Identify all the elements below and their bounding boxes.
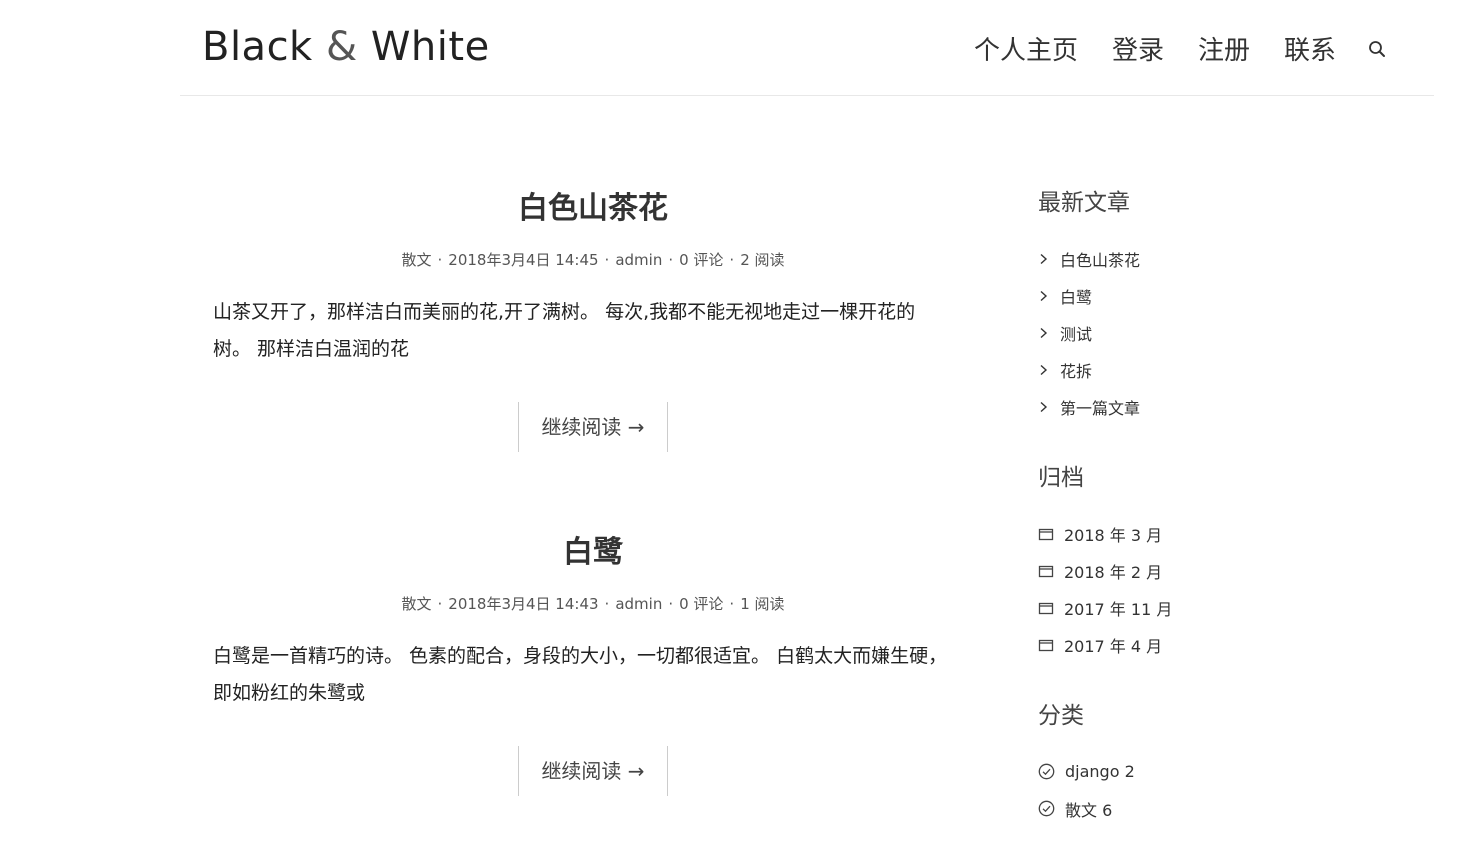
post-excerpt: 山茶又开了，那样洁白而美丽的花,开了满树。 每次,我都不能无视地走过一棵开花的树… [213,301,916,360]
recent-post-item[interactable]: 第一篇文章 [1038,388,1398,425]
calendar-icon [1038,564,1054,578]
recent-posts-widget: 最新文章 白色山茶花 白鹭 测试 花拆 第一篇文章 [1038,186,1398,425]
logo-text-black: Black [202,24,313,70]
archive-label: 2018 年 2 月 [1064,562,1163,582]
category-list: django 2 散文 6 [1038,753,1398,827]
site-logo[interactable]: Black & White [202,24,490,70]
calendar-icon [1038,638,1054,652]
post-date[interactable]: 2018年3月4日 14:43 [448,595,598,613]
post-author[interactable]: admin [615,251,662,269]
main-nav: 个人主页 登录 注册 联系 [940,30,1388,67]
post-card: 白色山茶花 散文 · 2018年3月4日 14:45 · admin · 0 评论 · 2 阅读… [213,188,973,452]
nav-contact[interactable]: 联系 [1284,30,1336,67]
recent-post-label: 白色山茶花 [1060,250,1141,270]
recent-posts-list: 白色山茶花 白鹭 测试 花拆 第一篇文章 [1038,240,1398,425]
logo-ampersand: & [325,24,358,70]
post-title[interactable]: 白色山茶花 [213,188,973,230]
archive-label: 2017 年 11 月 [1064,599,1173,619]
post-meta: 散文 · 2018年3月4日 14:43 · admin · 0 评论 · 1 阅读 [401,595,785,613]
archive-item[interactable]: 2018 年 2 月 [1038,552,1398,589]
calendar-icon [1038,601,1054,615]
post-category[interactable]: 散文 [401,595,431,613]
widget-title: 归档 [1038,465,1084,491]
nav-register[interactable]: 注册 [1198,30,1250,67]
search-icon[interactable] [1366,38,1388,60]
post-excerpt: 白鹭是一首精巧的诗。 色素的配合，身段的大小，一切都很适宜。 白鹤太大而嫌生硬，… [213,645,948,704]
recent-post-label: 测试 [1060,324,1093,344]
calendar-icon [1038,527,1054,541]
widget-title: 分类 [1038,703,1084,729]
check-circle-icon [1038,800,1055,817]
logo-text-white: White [370,24,490,70]
recent-post-item[interactable]: 花拆 [1038,351,1398,388]
recent-post-item[interactable]: 白鹭 [1038,277,1398,314]
widget-title: 最新文章 [1038,190,1130,216]
archive-list: 2018 年 3 月 2018 年 2 月 2017 年 11 月 2017 年… [1038,515,1398,663]
category-item[interactable]: 散文 6 [1038,790,1398,827]
chevron-right-icon [1038,290,1050,302]
category-label: 散文 6 [1065,800,1113,820]
recent-post-label: 花拆 [1060,361,1093,381]
post-reads: 1 阅读 [740,595,785,613]
read-more-button[interactable]: 继续阅读 → [518,402,668,452]
chevron-right-icon [1038,401,1050,413]
recent-post-label: 白鹭 [1060,287,1093,307]
recent-post-item[interactable]: 测试 [1038,314,1398,351]
check-circle-icon [1038,763,1055,780]
archive-item[interactable]: 2018 年 3 月 [1038,515,1398,552]
post-comments[interactable]: 0 评论 [679,595,723,613]
read-more-button[interactable]: 继续阅读 → [518,746,668,796]
recent-post-item[interactable]: 白色山茶花 [1038,240,1398,277]
post-comments[interactable]: 0 评论 [679,251,723,269]
category-widget: 分类 django 2 散文 6 [1038,699,1398,827]
archive-label: 2017 年 4 月 [1064,636,1163,656]
archive-widget: 归档 2018 年 3 月 2018 年 2 月 2017 年 11 月 201… [1038,461,1398,663]
chevron-right-icon [1038,364,1050,376]
recent-post-label: 第一篇文章 [1060,398,1141,418]
nav-home[interactable]: 个人主页 [974,30,1078,67]
post-title[interactable]: 白鹭 [213,532,973,574]
post-card: 白鹭 散文 · 2018年3月4日 14:43 · admin · 0 评论 · 1 阅读 白鹭… [213,532,973,796]
post-date[interactable]: 2018年3月4日 14:45 [448,251,598,269]
nav-login[interactable]: 登录 [1112,30,1164,67]
archive-label: 2018 年 3 月 [1064,525,1163,545]
site-header: Black & White 个人主页 登录 注册 联系 [180,0,1434,96]
archive-item[interactable]: 2017 年 11 月 [1038,589,1398,626]
chevron-right-icon [1038,253,1050,265]
post-category[interactable]: 散文 [401,251,431,269]
chevron-right-icon [1038,327,1050,339]
archive-item[interactable]: 2017 年 4 月 [1038,626,1398,663]
sidebar: 最新文章 白色山茶花 白鹭 测试 花拆 第一篇文章 归档 2018 年 3 月 … [1038,186,1398,863]
post-reads: 2 阅读 [740,251,785,269]
post-author[interactable]: admin [615,595,662,613]
category-item[interactable]: django 2 [1038,753,1398,790]
post-meta: 散文 · 2018年3月4日 14:45 · admin · 0 评论 · 2 阅读 [401,251,785,269]
category-label: django 2 [1065,762,1135,781]
